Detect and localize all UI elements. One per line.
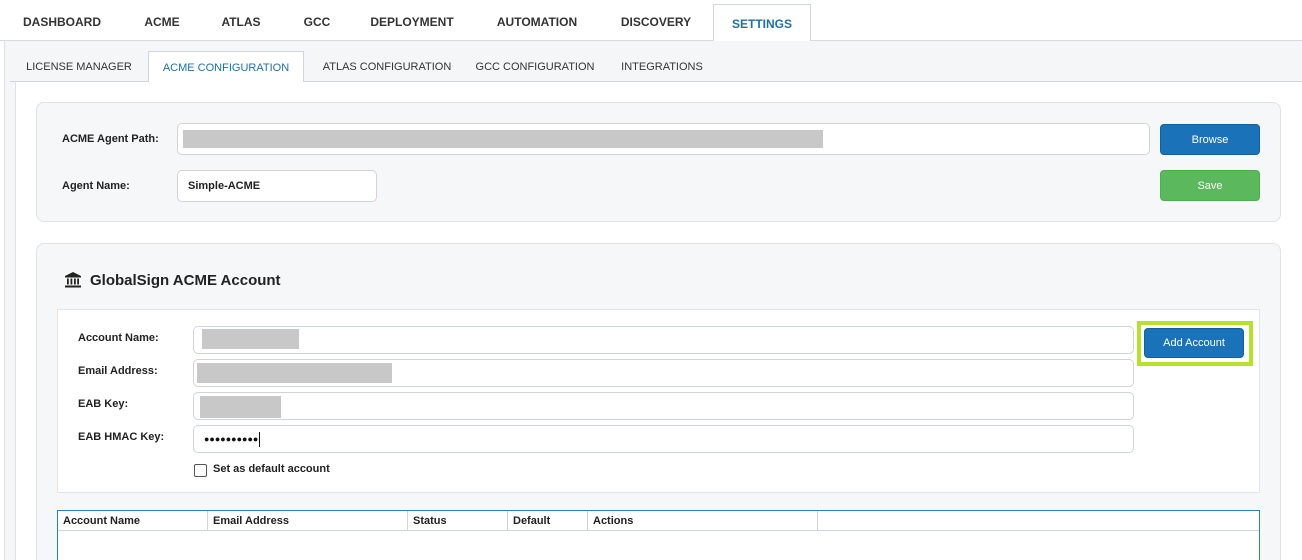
column-status[interactable]: Status — [408, 511, 508, 531]
text-cursor — [259, 431, 261, 447]
save-button[interactable]: Save — [1160, 170, 1260, 201]
top-nav: DASHBOARD ACME ATLAS GCC DEPLOYMENT AUTO… — [0, 0, 1302, 42]
tab-discovery[interactable]: DISCOVERY — [610, 0, 702, 41]
subtab-integrations[interactable]: INTEGRATIONS — [614, 53, 710, 82]
tab-settings[interactable]: SETTINGS — [713, 4, 811, 42]
column-actions[interactable]: Actions — [588, 511, 818, 531]
column-default[interactable]: Default — [508, 511, 588, 531]
agent-name-label: Agent Name: — [62, 180, 130, 192]
tab-dashboard[interactable]: DASHBOARD — [10, 0, 114, 41]
account-name-redacted-value — [202, 329, 299, 349]
agent-name-input[interactable]: Simple-ACME — [177, 170, 377, 202]
default-account-label: Set as default account — [213, 463, 330, 475]
email-address-label: Email Address: — [78, 365, 158, 377]
column-account-name[interactable]: Account Name — [58, 511, 208, 531]
eab-hmac-key-label: EAB HMAC Key: — [78, 431, 165, 443]
account-name-label: Account Name: — [78, 332, 159, 344]
agent-config-card — [36, 102, 1281, 222]
acme-account-title: GlobalSign ACME Account — [64, 271, 281, 289]
email-address-redacted-value — [197, 363, 392, 383]
default-account-checkbox[interactable] — [194, 464, 207, 477]
tab-automation[interactable]: AUTOMATION — [484, 0, 590, 41]
subtab-atlas-configuration[interactable]: ATLAS CONFIGURATION — [312, 53, 462, 82]
tab-gcc[interactable]: GCC — [290, 0, 344, 41]
eab-key-input[interactable] — [193, 392, 1134, 420]
eab-hmac-key-input[interactable]: ●●●●●●●●●● — [193, 425, 1134, 453]
tab-atlas[interactable]: ATLAS — [210, 0, 272, 41]
browse-button[interactable]: Browse — [1160, 124, 1260, 155]
eab-hmac-key-masked-value: ●●●●●●●●●● — [204, 434, 259, 444]
acme-account-title-text: GlobalSign ACME Account — [90, 271, 281, 289]
sub-nav: LICENSE MANAGER ACME CONFIGURATION ATLAS… — [10, 41, 1302, 83]
tab-acme[interactable]: ACME — [131, 0, 193, 41]
tab-deployment[interactable]: DEPLOYMENT — [362, 0, 462, 41]
eab-key-label: EAB Key: — [78, 398, 129, 410]
bank-icon — [65, 272, 81, 288]
subtab-license-manager[interactable]: LICENSE MANAGER — [16, 53, 142, 82]
agent-path-label: ACME Agent Path: — [62, 133, 159, 145]
account-name-input[interactable] — [193, 326, 1134, 354]
agent-path-redacted-value — [183, 130, 823, 148]
eab-key-redacted-value — [200, 396, 281, 418]
accounts-table: Account Name Email Address Status Defaul… — [57, 510, 1260, 560]
accounts-table-header: Account Name Email Address Status Defaul… — [58, 511, 1259, 531]
subtab-gcc-configuration[interactable]: GCC CONFIGURATION — [470, 53, 600, 82]
add-account-button[interactable]: Add Account — [1144, 328, 1244, 358]
column-email-address[interactable]: Email Address — [208, 511, 408, 531]
subtab-acme-configuration[interactable]: ACME CONFIGURATION — [148, 51, 304, 83]
